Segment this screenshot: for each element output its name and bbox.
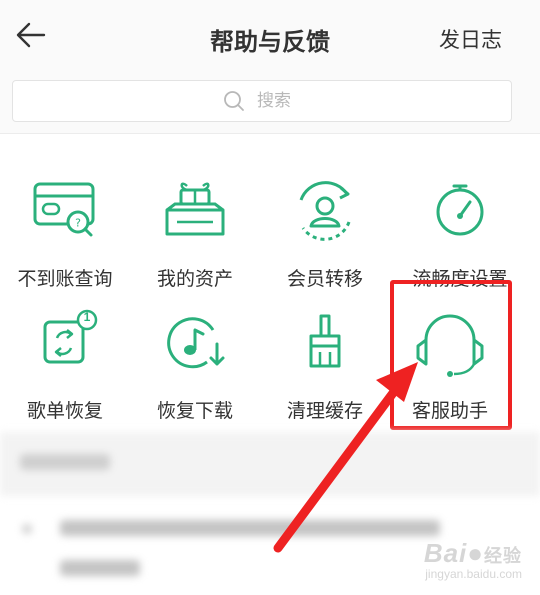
grid-item-unreceived-query[interactable]: ? 不到账查询 xyxy=(0,176,130,294)
speedometer-icon xyxy=(436,184,484,236)
grid-item-fluency-settings[interactable]: 流畅度设置 xyxy=(395,176,525,294)
grid-item-label: 会员转移 xyxy=(286,269,363,290)
grid-item-clear-cache[interactable]: 清理缓存 xyxy=(260,308,390,426)
blurred-text-line xyxy=(60,520,440,536)
grid-item-label: 清理缓存 xyxy=(286,401,363,422)
search-input[interactable] xyxy=(257,91,301,111)
badge-count: 1 xyxy=(83,310,91,324)
member-transfer-icon xyxy=(299,181,351,241)
highlight-box xyxy=(390,280,512,430)
watermark-url: jingyan.baidu.com xyxy=(425,567,522,581)
search-icon xyxy=(224,91,244,111)
blurred-bullet xyxy=(22,524,32,534)
header-bar: 帮助与反馈 发日志 xyxy=(0,0,540,74)
grid-item-label: 不到账查询 xyxy=(17,269,113,290)
gift-box-icon xyxy=(165,182,225,236)
brush-icon xyxy=(309,314,341,368)
svg-text:?: ? xyxy=(75,217,81,230)
grid-item-member-transfer[interactable]: 会员转移 xyxy=(260,176,390,294)
paw-icon: ● xyxy=(467,538,484,568)
search-box[interactable] xyxy=(12,80,512,122)
music-download-icon xyxy=(167,317,225,369)
baidu-watermark: Bai●经验 jingyan.baidu.com xyxy=(424,538,522,581)
send-log-button[interactable]: 发日志 xyxy=(439,24,502,54)
search-bar-container xyxy=(0,74,540,134)
card-search-icon: ? xyxy=(33,182,95,237)
grid-item-label: 恢复下载 xyxy=(156,401,233,422)
grid-item-playlist-restore[interactable]: 1 歌单恢复 xyxy=(0,308,130,426)
grid-item-restore-download[interactable]: 恢复下载 xyxy=(130,308,260,426)
grid-item-label: 我的资产 xyxy=(156,269,233,290)
blurred-section-header xyxy=(0,432,540,496)
grid-item-label: 歌单恢复 xyxy=(26,401,103,422)
watermark-logo: Bai●经验 xyxy=(423,538,522,568)
grid-item-my-assets[interactable]: 我的资产 xyxy=(130,176,260,294)
blurred-text-line xyxy=(60,560,140,576)
